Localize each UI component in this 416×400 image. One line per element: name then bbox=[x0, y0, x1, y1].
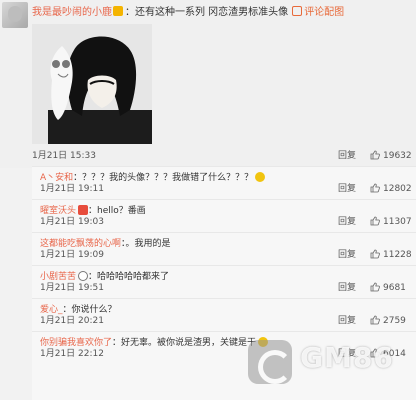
comment-text-line: 这都能吃飘荡的心啊：。我用的是 bbox=[40, 238, 416, 250]
comment-like-button[interactable]: 2759 bbox=[370, 315, 414, 327]
comment-pic-link[interactable]: 评论配图 bbox=[304, 7, 344, 18]
comment-item: A丶安和：？？？我的头像？？？我做错了什么？？？ 1月21日 19:11 回复 … bbox=[32, 166, 416, 196]
comment-like-count: 2759 bbox=[383, 316, 406, 326]
comment-body-tail: 干 bbox=[247, 338, 257, 348]
thumbs-up-icon bbox=[370, 216, 380, 226]
comment-like-count: 9681 bbox=[383, 283, 406, 293]
post-author[interactable]: 我是最吵闹的小鹿 bbox=[32, 7, 112, 18]
comment-time: 1月21日 19:09 bbox=[40, 250, 104, 260]
panda-emoji-icon bbox=[78, 271, 89, 281]
comment-body: ：。我用的是 bbox=[121, 239, 171, 249]
vip-badge-icon bbox=[113, 6, 123, 16]
post-photo[interactable] bbox=[32, 24, 152, 144]
illustration-photo bbox=[32, 24, 152, 144]
thumbs-up-icon bbox=[370, 282, 380, 292]
comment-username[interactable]: 小剧苦苦 bbox=[40, 272, 76, 282]
comment-username[interactable]: 这都能吃飘荡的心啊 bbox=[40, 239, 121, 249]
comment-list: A丶安和：？？？我的头像？？？我做错了什么？？？ 1月21日 19:11 回复 … bbox=[32, 166, 416, 400]
post-like-count: 19632 bbox=[383, 151, 412, 161]
comment-body: ：好无辜。被你说是渣男，关键是 bbox=[112, 338, 248, 348]
thumbs-up-icon bbox=[370, 315, 380, 325]
comment-reply-button[interactable]: 回复 bbox=[338, 349, 356, 360]
thumbs-up-icon bbox=[370, 348, 380, 358]
comment-time: 1月21日 22:12 bbox=[40, 349, 104, 359]
comment-text-line: 你别骗我喜欢你了：好无辜。被你说是渣男，关键是干 bbox=[40, 337, 416, 349]
weibo-post: 我是最吵闹的小鹿 ：还有这种一系列 冈恋渣男标准头像 评论配图 1月21日 15:3… bbox=[0, 0, 416, 168]
image-tag-icon bbox=[292, 6, 303, 16]
comment-time: 1月21日 19:11 bbox=[40, 184, 104, 194]
comment-like-button[interactable]: 11307 bbox=[370, 216, 414, 228]
comment-like-button[interactable]: 6014 bbox=[370, 348, 414, 360]
comment-time: 1月21日 19:03 bbox=[40, 217, 104, 227]
red-badge-icon bbox=[78, 205, 89, 215]
comment-text-line: 小剧苦苦 ：哈哈哈哈哈都来了 bbox=[40, 271, 416, 283]
comment-reply-button[interactable]: 回复 bbox=[338, 283, 356, 294]
comment-like-count: 12802 bbox=[383, 184, 412, 194]
emoji-icon bbox=[255, 172, 266, 182]
comment-text-line: A丶安和：？？？我的头像？？？我做错了什么？？？ bbox=[40, 172, 416, 184]
thumbs-up-icon bbox=[370, 183, 380, 193]
comment-time: 1月21日 19:51 bbox=[40, 283, 104, 293]
comment-username[interactable]: 爱心_ bbox=[40, 305, 63, 315]
comment-body: ：？？？我的头像？？？我做错了什么？？？ bbox=[73, 173, 254, 183]
thumbs-up-icon bbox=[370, 150, 380, 160]
comment-item: 小剧苦苦 ：哈哈哈哈哈都来了 1月21日 19:51 回复 9681 bbox=[32, 265, 416, 295]
comment-item: 这都能吃飘荡的心啊：。我用的是 1月21日 19:09 回复 11228 bbox=[32, 232, 416, 262]
comment-username[interactable]: 曜室沃头 bbox=[40, 206, 76, 216]
comment-like-button[interactable]: 11228 bbox=[370, 249, 414, 261]
comment-username[interactable]: A丶安和 bbox=[40, 173, 73, 183]
thumbs-up-icon bbox=[370, 249, 380, 259]
emoji-icon bbox=[258, 337, 269, 347]
comment-body: ：哈哈哈哈哈都来了 bbox=[88, 272, 170, 282]
comment-body: ：hello？番画 bbox=[88, 206, 146, 216]
comment-reply-button[interactable]: 回复 bbox=[338, 316, 356, 327]
comment-item: 曜室沃头 ：hello？番画 1月21日 19:03 回复 11307 bbox=[32, 199, 416, 229]
post-colon: ： bbox=[125, 7, 135, 18]
comment-text-line: 爱心_：你说什么？ bbox=[40, 304, 416, 316]
comment-reply-button[interactable]: 回复 bbox=[338, 250, 356, 261]
comment-like-count: 11307 bbox=[383, 217, 412, 227]
comment-text-line: 曜室沃头 ：hello？番画 bbox=[40, 205, 416, 217]
comment-like-count: 11228 bbox=[383, 250, 412, 260]
author-avatar[interactable] bbox=[2, 2, 28, 28]
comment-username[interactable]: 你别骗我喜欢你了 bbox=[40, 338, 112, 348]
post-content: 还有这种一系列 冈恋渣男标准头像 bbox=[135, 7, 289, 18]
comment-reply-button[interactable]: 回复 bbox=[338, 184, 356, 195]
comment-item: 你别骗我喜欢你了：好无辜。被你说是渣男，关键是干 1月21日 22:12 回复 … bbox=[32, 331, 416, 361]
post-reply-button[interactable]: 回复 bbox=[338, 150, 356, 162]
comment-like-button[interactable]: 12802 bbox=[370, 183, 414, 195]
comment-like-button[interactable]: 9681 bbox=[370, 282, 414, 294]
post-text-line: 我是最吵闹的小鹿 ：还有这种一系列 冈恋渣男标准头像 评论配图 bbox=[32, 6, 412, 20]
comment-like-count: 6014 bbox=[383, 349, 406, 359]
post-time: 1月21日 15:33 bbox=[32, 151, 96, 161]
comment-time: 1月21日 20:21 bbox=[40, 316, 104, 326]
comment-reply-button[interactable]: 回复 bbox=[338, 217, 356, 228]
comment-item: 爱心_：你说什么？ 1月21日 20:21 回复 2759 bbox=[32, 298, 416, 328]
post-like-button[interactable]: 19632 bbox=[370, 149, 414, 163]
comment-body: ：你说什么？ bbox=[62, 305, 117, 315]
